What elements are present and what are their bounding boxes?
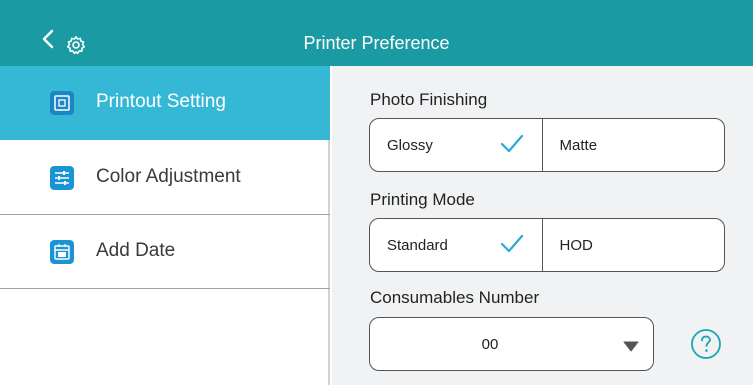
sidebar-item-label: Color Adjustment: [96, 166, 241, 187]
option-glossy[interactable]: Glossy: [370, 119, 542, 171]
photo-finishing-label: Photo Finishing: [370, 90, 488, 109]
option-label: Matte: [559, 137, 598, 154]
page-title: Printer Preference: [303, 33, 450, 53]
sidebar: Printout Setting Color Adjustment Add Da…: [0, 66, 330, 385]
option-label: Standard: [387, 237, 448, 254]
option-label: Glossy: [387, 137, 433, 154]
printing-mode-label: Printing Mode: [370, 190, 475, 209]
sidebar-item-label: Printout Setting: [96, 91, 226, 112]
printout-icon: [50, 91, 74, 115]
consumables-number-select[interactable]: 00: [369, 317, 654, 371]
sidebar-item-color-adjustment[interactable]: Color Adjustment: [0, 141, 330, 215]
option-label: HOD: [559, 237, 593, 254]
selected-value: 00: [481, 336, 499, 353]
header-bar: Printer Preference: [0, 0, 753, 66]
sliders-icon: [50, 166, 74, 190]
sidebar-item-add-date[interactable]: Add Date: [0, 215, 330, 289]
settings-panel: Photo Finishing Glossy Matte Printing Mo…: [332, 66, 753, 385]
dropdown-arrow-icon: [623, 341, 639, 352]
sidebar-item-printout-setting[interactable]: Printout Setting: [0, 66, 330, 140]
option-matte[interactable]: Matte: [541, 119, 724, 171]
calendar-icon: [50, 240, 74, 264]
option-hod[interactable]: HOD: [541, 219, 724, 271]
sidebar-item-label: Add Date: [96, 240, 176, 261]
consumables-number-label: Consumables Number: [370, 288, 540, 307]
question-circle-icon[interactable]: [690, 328, 722, 360]
printing-mode-toggle: Standard HOD: [369, 218, 725, 272]
checkmark-icon: [500, 134, 524, 153]
option-standard[interactable]: Standard: [370, 219, 542, 271]
checkmark-icon: [500, 234, 524, 253]
photo-finishing-toggle: Glossy Matte: [369, 118, 725, 172]
